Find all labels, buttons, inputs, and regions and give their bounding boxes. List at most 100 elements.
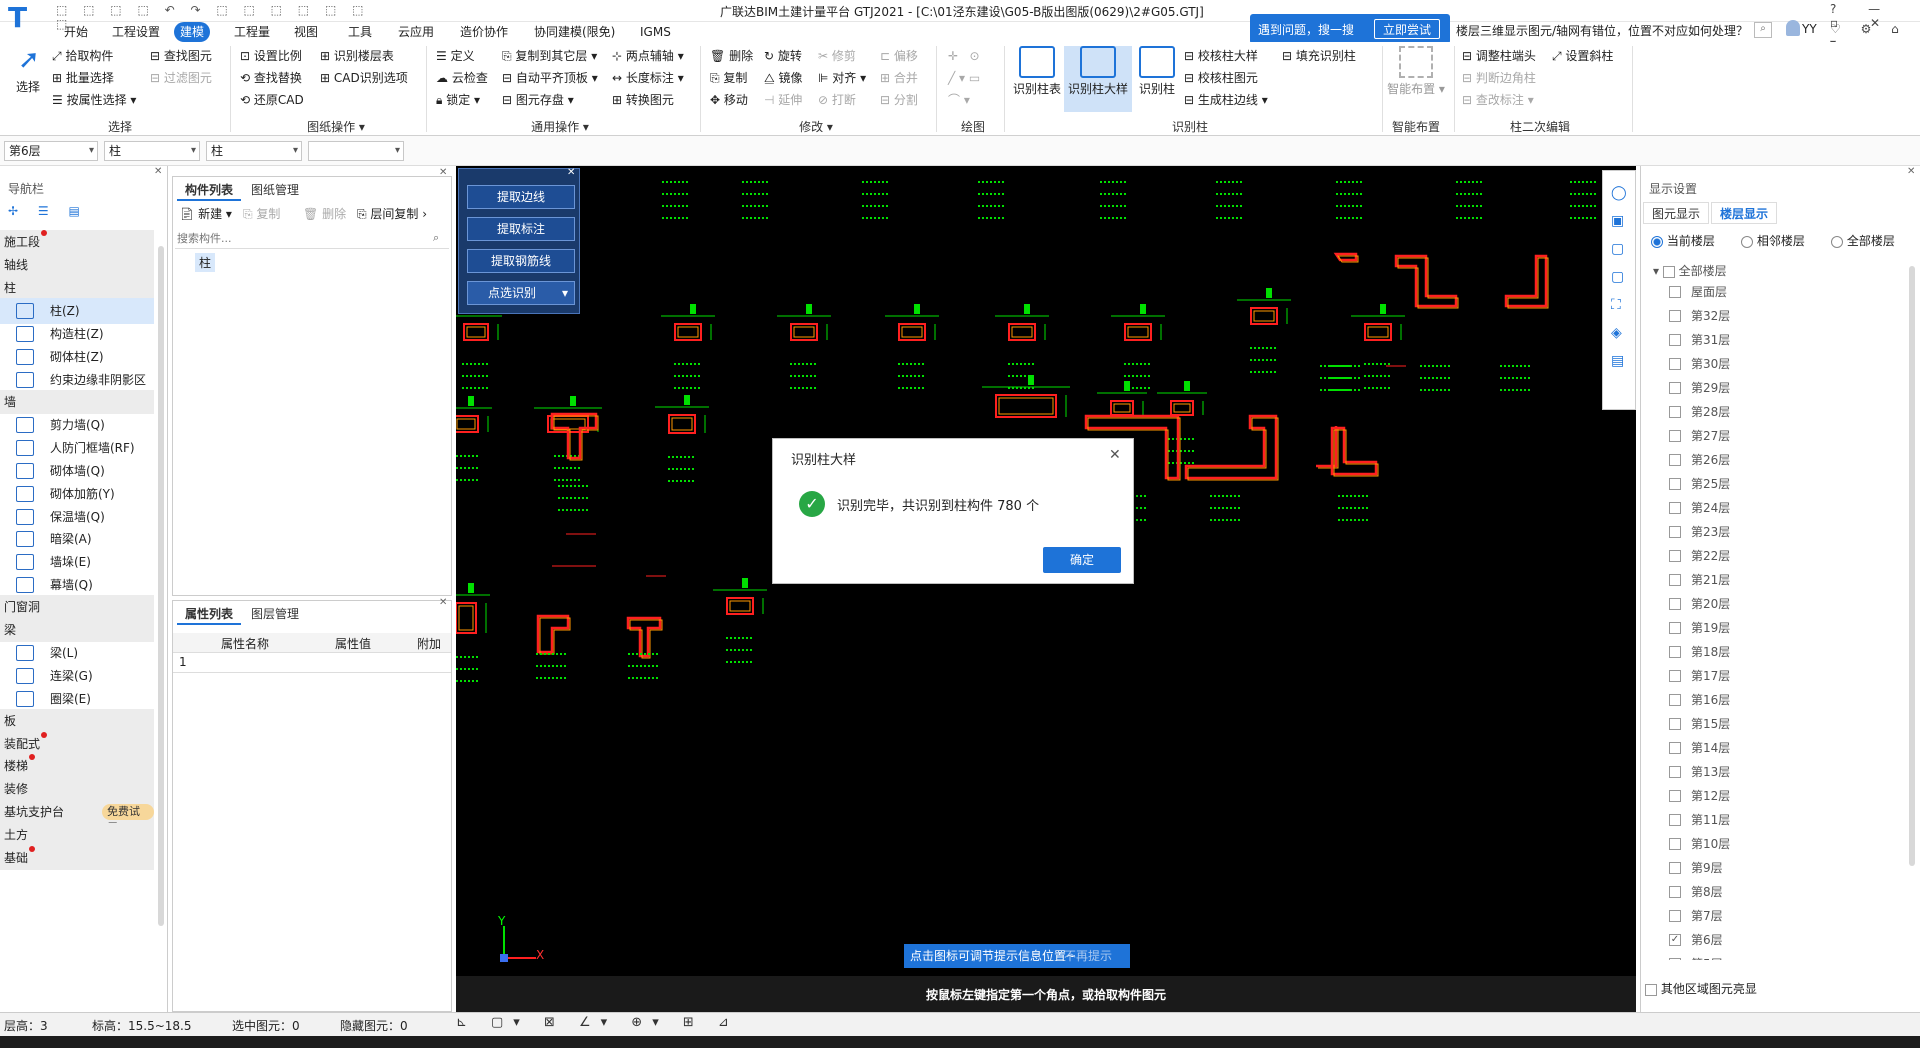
floor-item[interactable]: 第23层 bbox=[1669, 520, 1730, 544]
menu-project-settings[interactable]: 工程设置 bbox=[106, 22, 166, 42]
type-select[interactable]: 柱 bbox=[206, 141, 302, 161]
floor-checkbox[interactable] bbox=[1669, 646, 1681, 658]
floor-checkbox[interactable] bbox=[1669, 838, 1681, 850]
floor-checkbox[interactable] bbox=[1669, 310, 1681, 322]
pick-component-button[interactable]: ⤢ 拾取构件 bbox=[52, 46, 113, 66]
floor-checkbox[interactable] bbox=[1669, 502, 1681, 514]
cad-canvas[interactable]: Y X 点击图标可调节提示信息位置~ 不再提示 按鼠标左键指定第一个角点，或拾取… bbox=[456, 166, 1636, 1012]
draw-point-icon[interactable]: ✛ ⊙ bbox=[948, 46, 980, 66]
floor-item[interactable]: 第8层 bbox=[1669, 880, 1723, 904]
align-button[interactable]: ⊫ 对齐 ▾ bbox=[818, 68, 866, 88]
floor-checkbox[interactable] bbox=[1669, 958, 1681, 960]
tab-component-list[interactable]: 构件列表 bbox=[177, 179, 242, 201]
judge-corner-column-button[interactable]: ⊟ 判断边角柱 bbox=[1462, 68, 1536, 88]
floor-checkbox[interactable] bbox=[1669, 622, 1681, 634]
adjust-column-end-button[interactable]: ⊟ 调整柱端头 bbox=[1462, 46, 1536, 66]
floor-item[interactable]: 第25层 bbox=[1669, 472, 1730, 496]
floor-item[interactable]: 第22层 bbox=[1669, 544, 1730, 568]
find-element-button[interactable]: ⊟ 查找图元 bbox=[150, 46, 212, 66]
check-column-detail-button[interactable]: ⊟ 校核柱大样 bbox=[1184, 46, 1258, 66]
cad-identify-options-button[interactable]: ⊞ CAD识别选项 bbox=[320, 68, 408, 88]
check-label-button[interactable]: ⊟ 查改标注 ▾ bbox=[1462, 90, 1534, 110]
nav-category[interactable]: 墙 bbox=[0, 389, 154, 414]
nav-category[interactable]: 施工段 bbox=[0, 230, 154, 254]
tree-item-column[interactable]: 柱 bbox=[195, 253, 216, 272]
menu-collab-modeling[interactable]: 协同建模(限免) bbox=[528, 22, 621, 42]
floor-item[interactable]: 第13层 bbox=[1669, 760, 1730, 784]
tab-drawing-management[interactable]: 图纸管理 bbox=[243, 179, 307, 201]
quick-access-toolbar[interactable]: ⬚ ⬚ ⬚ ⬚ ↶ ↷ ⬚ ⬚ ⬚ ⬚ ⬚ ⬚ ⬚ bbox=[56, 3, 396, 31]
close-icon[interactable]: ✕ bbox=[154, 166, 162, 177]
floor-item[interactable]: 第27层 bbox=[1669, 424, 1730, 448]
chevron-down-icon[interactable]: ▾ bbox=[562, 282, 568, 304]
floor-checkbox[interactable] bbox=[1669, 382, 1681, 394]
nav-view-icons[interactable]: ✢ ☰ ▤ bbox=[8, 204, 88, 218]
floor-item[interactable]: 第26层 bbox=[1669, 448, 1730, 472]
table-row[interactable]: 1 bbox=[173, 653, 451, 673]
nav-category[interactable]: 轴线 bbox=[0, 252, 154, 277]
nav-category[interactable]: 柱 bbox=[0, 275, 154, 300]
identify-column-button[interactable]: 识别柱 bbox=[1134, 46, 1180, 97]
floor-item[interactable]: 第15层 bbox=[1669, 712, 1730, 736]
nav-category[interactable]: 门窗洞 bbox=[0, 594, 154, 619]
floor-scrollbar[interactable] bbox=[1909, 266, 1915, 866]
draw-line-icon[interactable]: ╱ ▾ ▭ bbox=[948, 68, 980, 88]
check-column-element-button[interactable]: ⊟ 校核柱图元 bbox=[1184, 68, 1258, 88]
ok-button[interactable]: 确定 bbox=[1043, 547, 1121, 573]
copy-between-floors-button[interactable]: ⎘ 层间复制 › bbox=[357, 205, 427, 222]
radio-all-floors[interactable]: 全部楼层 bbox=[1831, 232, 1895, 249]
cloud-check-button[interactable]: ☁ 云检查 bbox=[436, 68, 488, 88]
floor-item[interactable]: 第20层 bbox=[1669, 592, 1730, 616]
floor-checkbox[interactable] bbox=[1669, 526, 1681, 538]
extract-edge-button[interactable]: 提取边线 bbox=[467, 185, 575, 209]
break-button[interactable]: ⊘ 打断 bbox=[818, 90, 856, 110]
nav-category[interactable]: 楼梯 bbox=[0, 754, 154, 779]
floor-checkbox[interactable] bbox=[1669, 862, 1681, 874]
rotate-button[interactable]: ↻ 旋转 bbox=[764, 46, 802, 66]
smart-layout-button[interactable]: 智能布置 ▾ bbox=[1386, 46, 1446, 97]
floor-checkbox[interactable] bbox=[1669, 910, 1681, 922]
floor-checkbox[interactable] bbox=[1669, 886, 1681, 898]
new-component-button[interactable]: 📄︎ 新建 ▾ bbox=[179, 205, 232, 222]
menu-cloud[interactable]: 云应用 bbox=[392, 22, 440, 42]
floor-checkbox[interactable] bbox=[1669, 598, 1681, 610]
floor-item[interactable]: 第9层 bbox=[1669, 856, 1723, 880]
floor-checkbox[interactable] bbox=[1669, 574, 1681, 586]
nav-category[interactable]: 梁 bbox=[0, 617, 154, 642]
set-inclined-column-button[interactable]: ⤢ 设置斜柱 bbox=[1552, 46, 1613, 66]
floor-checkbox[interactable] bbox=[1669, 694, 1681, 706]
auto-align-slab-button[interactable]: ⊟ 自动平齐顶板 ▾ bbox=[502, 68, 598, 88]
floor-checkbox[interactable] bbox=[1669, 478, 1681, 490]
nav-category[interactable]: 板 bbox=[0, 708, 154, 733]
floor-item[interactable]: 第14层 bbox=[1669, 736, 1730, 760]
filter-element-button[interactable]: ⊟ 过滤图元 bbox=[150, 68, 212, 88]
floor-checkbox[interactable] bbox=[1669, 718, 1681, 730]
mirror-button[interactable]: ⧋ 镜像 bbox=[764, 68, 803, 88]
floor-checkbox[interactable] bbox=[1669, 286, 1681, 298]
set-scale-button[interactable]: ⊡ 设置比例 bbox=[240, 46, 302, 66]
nav-category[interactable]: 装配式 bbox=[0, 731, 154, 756]
convert-element-button[interactable]: ⊞ 转换图元 bbox=[612, 90, 674, 110]
select-by-property-button[interactable]: ☰ 按属性选择 ▾ bbox=[52, 90, 136, 110]
floor-checkbox[interactable] bbox=[1669, 334, 1681, 346]
radio-adjacent-floor[interactable]: 相邻楼层 bbox=[1741, 232, 1805, 249]
floor-checkbox[interactable] bbox=[1669, 766, 1681, 778]
view-tool-icons[interactable]: ◯ ▣ ▢ ▢ ⛶ ◈ ▤ bbox=[1611, 179, 1629, 375]
floor-checkbox[interactable] bbox=[1669, 814, 1681, 826]
length-dimension-button[interactable]: ↔ 长度标注 ▾ bbox=[612, 68, 684, 88]
nav-category[interactable]: 土方 bbox=[0, 822, 154, 847]
identify-floor-table-button[interactable]: ⊞ 识别楼层表 bbox=[320, 46, 394, 66]
floor-item[interactable]: 第21层 bbox=[1669, 568, 1730, 592]
tree-all-floors[interactable]: ▾ 全部楼层 bbox=[1653, 262, 1727, 279]
floor-item[interactable]: 第32层 bbox=[1669, 304, 1730, 328]
point-identify-button[interactable]: 点选识别 ▾ bbox=[467, 281, 575, 305]
floor-checkbox[interactable] bbox=[1669, 406, 1681, 418]
free-trial-badge[interactable]: 免费试用 bbox=[102, 804, 154, 834]
menu-igms[interactable]: IGMS bbox=[634, 22, 677, 42]
delete-button[interactable]: 🗑︎ 删除 bbox=[710, 46, 753, 66]
floor-item[interactable]: 第12层 bbox=[1669, 784, 1730, 808]
floor-item[interactable]: 第19层 bbox=[1669, 616, 1730, 640]
floor-item[interactable]: 第30层 bbox=[1669, 352, 1730, 376]
floor-checkbox[interactable] bbox=[1669, 358, 1681, 370]
floor-item[interactable]: ✓ 第6层 bbox=[1669, 928, 1723, 952]
